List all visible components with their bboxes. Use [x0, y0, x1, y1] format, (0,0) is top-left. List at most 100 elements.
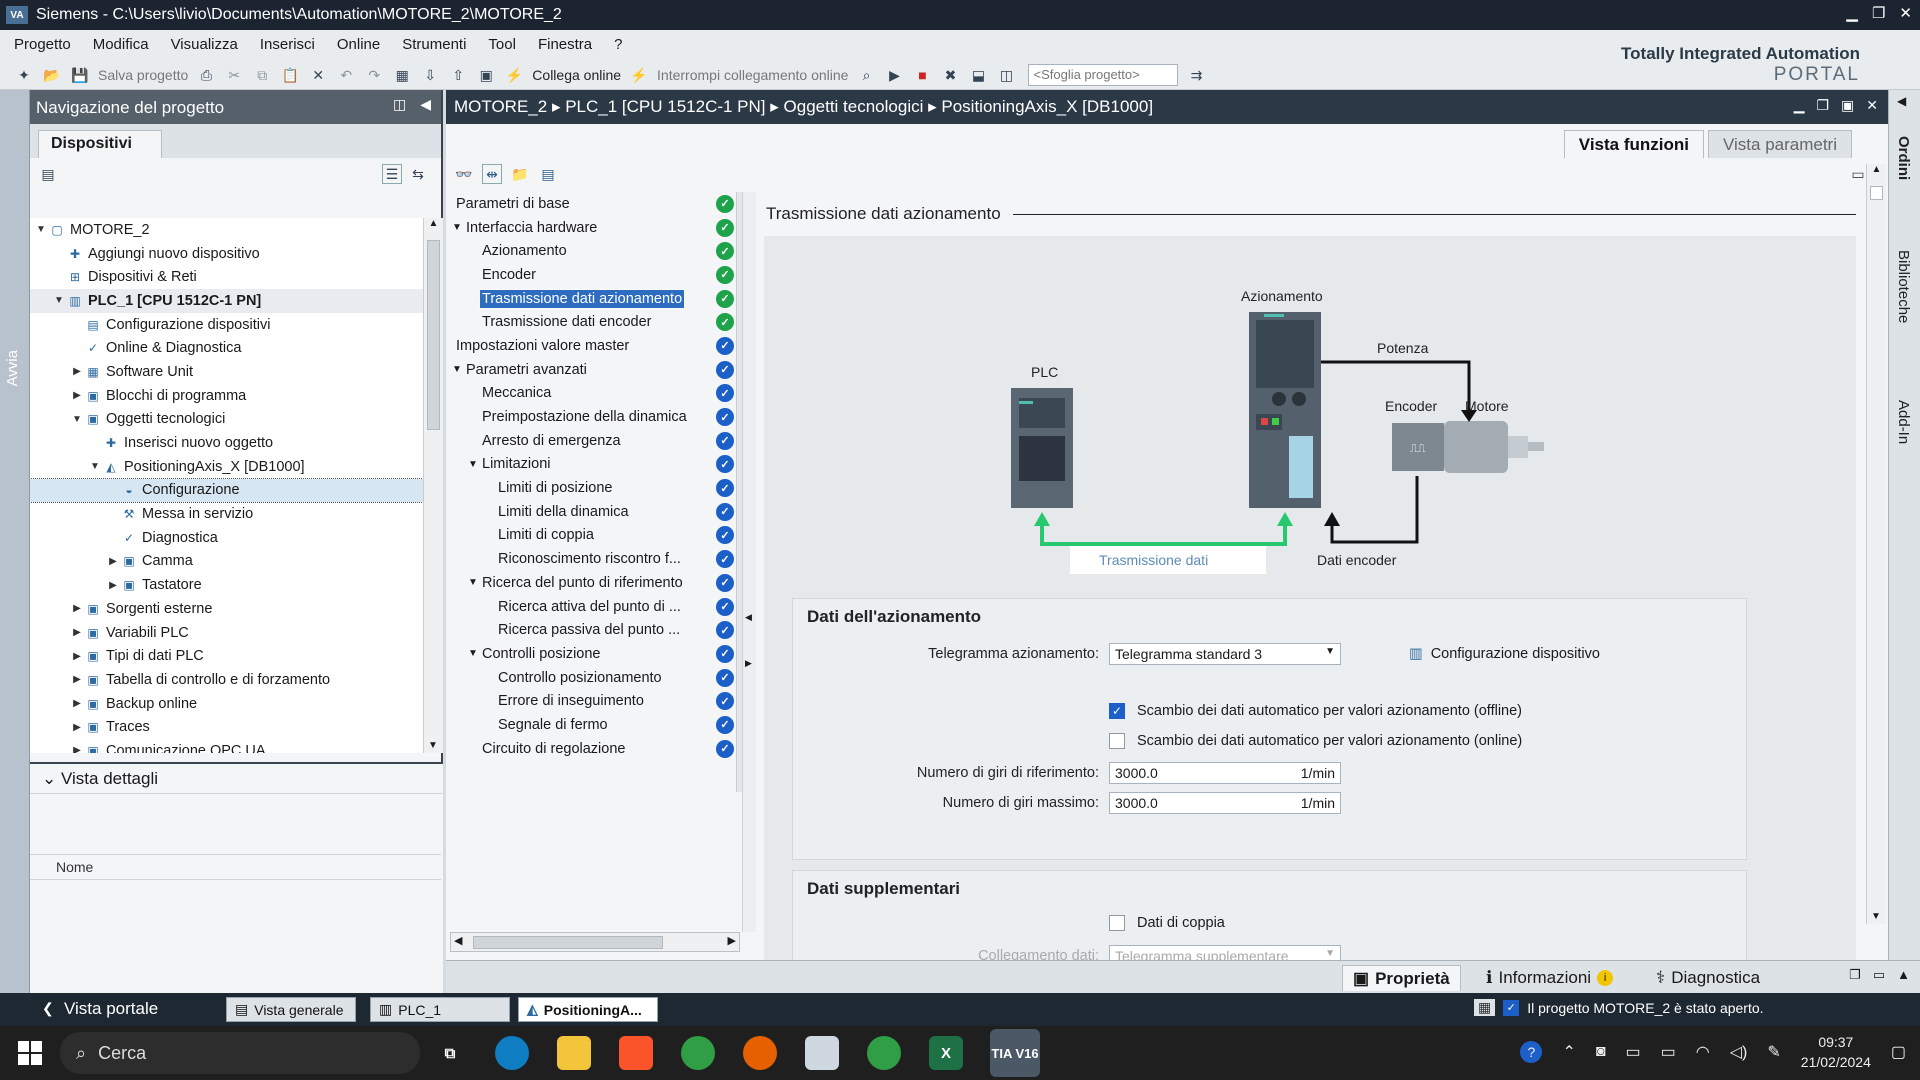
tree-item[interactable]: ▶ ▣ Tastatore [30, 573, 423, 597]
save-icon[interactable]: 💾 [70, 65, 90, 85]
pin-icon[interactable]: ◫ [393, 96, 406, 113]
tree-item[interactable]: ▶ ▣ Blocchi di programma [30, 384, 423, 408]
excel-icon[interactable]: X [929, 1036, 963, 1070]
back-arrow-icon[interactable]: ❮ [42, 1000, 54, 1017]
expand-toggle-icon[interactable]: ▶ [70, 722, 84, 733]
expand-inspector-icon[interactable]: ▲ [1897, 967, 1910, 983]
expand-toggle-icon[interactable]: ▶ [106, 580, 120, 591]
file-explorer-icon[interactable] [557, 1036, 591, 1070]
config-tree-item[interactable]: Riconoscimento riscontro f... ✓ [446, 547, 736, 571]
breadcrumb-item[interactable]: PLC_1 [CPU 1512C-1 PN] [565, 97, 765, 116]
tree-item[interactable]: ▶ ▣ Camma [30, 550, 423, 574]
tree-item[interactable]: ✚ Aggiungi nuovo dispositivo [30, 242, 423, 266]
expand-toggle-icon[interactable]: ▶ [70, 674, 84, 685]
collapse-left-icon[interactable]: ◀ [420, 96, 431, 113]
config-horizontal-scrollbar[interactable]: ◀ ▶ [450, 932, 740, 952]
tab-diagnostics[interactable]: ⚕ Diagnostica [1646, 965, 1770, 991]
config-tree-item[interactable]: Controllo posizionamento ✓ [446, 666, 736, 690]
config-tree-item[interactable]: Errore di inseguimento ✓ [446, 689, 736, 713]
browse-project-input[interactable]: <Sfoglia progetto> [1028, 64, 1179, 86]
data-link-select[interactable]: Telegramma supplementare ▼ [1109, 945, 1341, 960]
config-tree-item[interactable]: Preimpostazione della dinamica ✓ [446, 405, 736, 429]
connect-online-button[interactable]: Collega online [532, 67, 621, 83]
tree-item[interactable]: ▶ ▣ Traces [30, 715, 423, 739]
breadcrumb-item[interactable]: PositioningAxis_X [DB1000] [941, 97, 1153, 116]
menu-item[interactable]: Finestra [538, 36, 592, 53]
expand-toggle-icon[interactable]: ▼ [88, 461, 102, 472]
expand-toggle-icon[interactable]: ▼ [466, 648, 480, 659]
new-group-icon[interactable]: ▤ [38, 164, 58, 184]
auto-exchange-online-checkbox[interactable] [1109, 733, 1125, 749]
project-tree-scrollbar[interactable]: ▲ ▼ [423, 218, 443, 753]
scroll-thumb[interactable] [427, 240, 440, 430]
menu-item[interactable]: Tool [488, 36, 516, 53]
config-tree-item[interactable]: Impostazioni valore master ✓ [446, 334, 736, 358]
expand-toggle-icon[interactable]: ▼ [450, 364, 464, 375]
config-tree-item[interactable]: Limiti della dinamica ✓ [446, 500, 736, 524]
details-name-column[interactable]: Nome [30, 854, 441, 880]
battery-icon[interactable]: ▭ [1661, 1042, 1676, 1062]
tree-item[interactable]: ▼ ▥ PLC_1 [CPU 1512C-1 PN] [30, 289, 423, 313]
chrome-profile-icon[interactable] [867, 1036, 901, 1070]
start-side-tab[interactable]: Avvia [0, 90, 30, 993]
config-tree-item[interactable]: Limiti di coppia ✓ [446, 524, 736, 548]
stop-cpu-icon[interactable]: ■ [912, 65, 932, 85]
max-speed-input[interactable]: 3000.0 1/min [1109, 792, 1341, 814]
download-icon[interactable]: ⇩ [420, 65, 440, 85]
connect-online-icon[interactable]: ⚡ [504, 65, 524, 85]
positioning-axis-tab[interactable]: ◭ PositioningA... [518, 997, 658, 1022]
edge-icon[interactable] [495, 1036, 529, 1070]
display-icon[interactable]: ▭ [1626, 1042, 1641, 1062]
tab-parameter-view[interactable]: Vista parametri [1707, 130, 1852, 158]
expand-toggle-icon[interactable]: ▼ [466, 459, 480, 470]
copy-icon[interactable]: ⧉ [252, 65, 272, 85]
tree-item[interactable]: ▶ ▦ Software Unit [30, 360, 423, 384]
chrome-icon[interactable] [681, 1036, 715, 1070]
compile-icon[interactable]: ▦ [392, 65, 412, 85]
camera-icon[interactable]: ◙ [1596, 1043, 1606, 1061]
close-icon[interactable]: ✕ [1899, 4, 1912, 22]
minimize-editor-icon[interactable]: ▁ [1794, 97, 1805, 114]
config-tree-item[interactable]: Trasmissione dati encoder ✓ [446, 310, 736, 334]
taskbar-search[interactable]: ⌕ Cerca [60, 1032, 420, 1074]
torque-data-checkbox[interactable] [1109, 915, 1125, 931]
wifi-icon[interactable]: ◠ [1696, 1042, 1710, 1062]
tree-item[interactable]: ✓ Diagnostica [30, 526, 423, 550]
config-tree-item[interactable]: Meccanica ✓ [446, 382, 736, 406]
scroll-up-icon[interactable]: ▲ [424, 218, 443, 229]
config-tree-item[interactable]: Limiti di posizione ✓ [446, 476, 736, 500]
expand-toggle-icon[interactable]: ▶ [70, 390, 84, 401]
config-tree-item[interactable]: Trasmissione dati azionamento ✓ [446, 287, 736, 311]
menu-item[interactable]: Visualizza [171, 36, 238, 53]
expand-toggle-icon[interactable]: ▼ [466, 577, 480, 588]
start-cpu-icon[interactable]: ▶ [884, 65, 904, 85]
config-tree-item[interactable]: Arresto di emergenza ✓ [446, 429, 736, 453]
portal-view-button[interactable]: Vista portale [64, 999, 158, 1019]
tab-properties[interactable]: ▣ Proprietà [1342, 965, 1461, 991]
plc-tab[interactable]: ▥ PLC_1 [370, 997, 510, 1022]
split-horizontal-icon[interactable]: ⬓ [968, 65, 988, 85]
tree-item[interactable]: ✓ Online & Diagnostica [30, 336, 423, 360]
tab-function-view[interactable]: Vista funzioni [1563, 130, 1704, 158]
tree-item[interactable]: ✚ Inserisci nuovo oggetto [30, 431, 423, 455]
divider-right-arrow-icon[interactable]: ▶ [745, 658, 752, 669]
windows-start-icon[interactable] [18, 1041, 42, 1065]
config-tree-item[interactable]: Ricerca passiva del punto ... ✓ [446, 618, 736, 642]
monitor-icon[interactable]: 👓 [454, 164, 474, 184]
clock[interactable]: 09:37 21/02/2024 [1801, 1032, 1871, 1072]
tree-item[interactable]: ▶ ▣ Backup online [30, 692, 423, 716]
scroll-left-icon[interactable]: ◀ [454, 934, 462, 947]
firefox-icon[interactable] [743, 1036, 777, 1070]
open-project-icon[interactable]: 📂 [42, 65, 62, 85]
delete-icon[interactable]: ✕ [308, 65, 328, 85]
cross-reference-icon[interactable]: ✖ [940, 65, 960, 85]
content-scrollbar[interactable]: ▲ ▼ [1866, 164, 1886, 924]
device-configuration-link[interactable]: ▥ Configurazione dispositivo [1409, 646, 1600, 662]
details-view-header[interactable]: ⌄ Vista dettagli [30, 764, 443, 794]
menu-item[interactable]: Progetto [14, 36, 71, 53]
structure-icon[interactable]: ▤ [538, 164, 558, 184]
tab-orders[interactable]: Ordini [1895, 136, 1912, 180]
new-project-icon[interactable]: ✦ [14, 65, 34, 85]
menu-item[interactable]: Inserisci [260, 36, 315, 53]
expand-toggle-icon[interactable]: ▼ [450, 222, 464, 233]
